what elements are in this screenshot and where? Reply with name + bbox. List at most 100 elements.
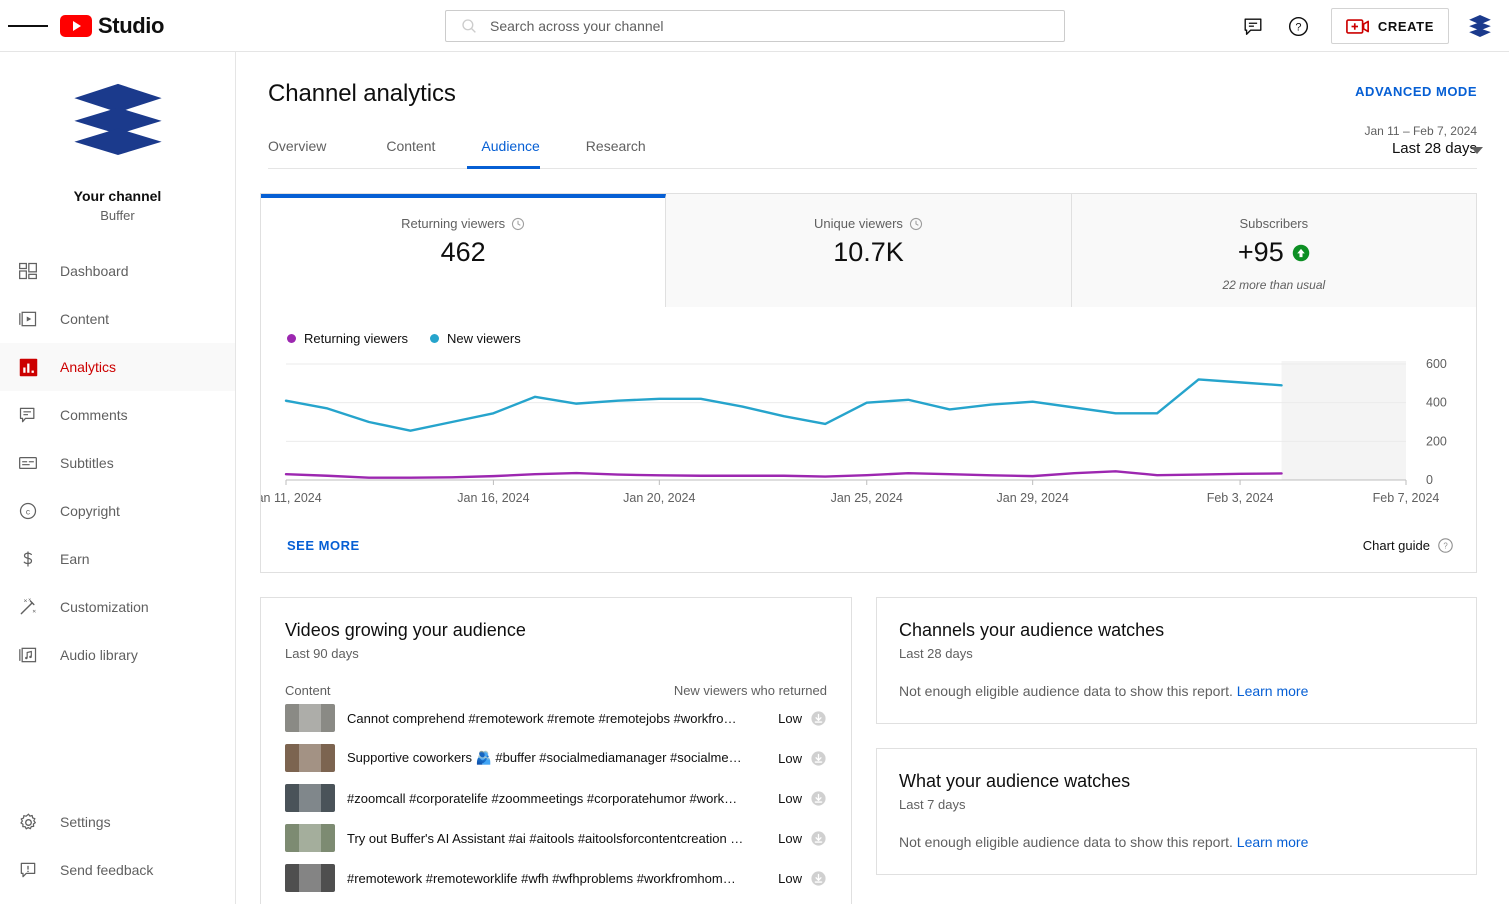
video-score: Low <box>778 710 827 727</box>
clock-icon <box>511 217 525 231</box>
page-title: Channel analytics <box>268 80 1477 108</box>
legend-label: New viewers <box>447 331 521 346</box>
metric-unique-viewers[interactable]: Unique viewers 10.7K <box>666 194 1071 307</box>
sidebar-item-subtitles[interactable]: Subtitles <box>0 439 235 487</box>
main-content: Channel analytics ADVANCED MODE Jan 11 –… <box>236 52 1509 904</box>
advanced-mode-link[interactable]: ADVANCED MODE <box>1355 84 1477 99</box>
sidebar-item-label: Content <box>60 311 109 327</box>
card-empty-message: Not enough eligible audience data to sho… <box>899 683 1454 699</box>
svg-text:Jan 25, 2024: Jan 25, 2024 <box>831 491 903 505</box>
help-circle-icon: ? <box>1437 537 1454 554</box>
magic-wand-icon: ✕ ✕ ✕ <box>16 595 40 619</box>
youtube-play-icon <box>60 15 92 37</box>
clock-icon <box>909 217 923 231</box>
sidebar-item-earn[interactable]: Earn <box>0 535 235 583</box>
svg-text:Jan 29, 2024: Jan 29, 2024 <box>997 491 1069 505</box>
buffer-stack-logo <box>70 82 166 156</box>
download-arrow-icon[interactable] <box>810 750 827 767</box>
chevron-down-icon[interactable] <box>1471 147 1483 154</box>
sidebar-item-analytics[interactable]: Analytics <box>0 343 235 391</box>
empty-message-text: Not enough eligible audience data to sho… <box>899 834 1233 850</box>
videos-table-header: Content New viewers who returned <box>285 683 827 698</box>
sidebar-item-send-feedback[interactable]: Send feedback <box>0 846 236 894</box>
studio-logo[interactable]: Studio <box>60 13 164 39</box>
green-up-arrow-icon <box>1292 244 1310 262</box>
card-title: Videos growing your audience <box>285 620 827 641</box>
learn-more-link[interactable]: Learn more <box>1237 683 1309 699</box>
video-thumbnail <box>285 824 335 852</box>
video-score-label: Low <box>778 791 802 806</box>
search-input[interactable] <box>490 18 1064 34</box>
table-row[interactable]: Try out Buffer's AI Assistant #ai #aitoo… <box>285 818 827 858</box>
date-range-selector[interactable]: Jan 11 – Feb 7, 2024 Last 28 days <box>1247 124 1477 157</box>
card-subtitle: Last 28 days <box>899 646 1454 661</box>
studio-wordmark: Studio <box>98 13 164 39</box>
help-icon[interactable]: ? <box>1279 6 1319 46</box>
sidebar: Your channel Buffer Dashboard <box>0 52 236 904</box>
metric-value: 10.7K <box>666 237 1070 268</box>
legend-dot <box>287 334 296 343</box>
chart-guide-link[interactable]: Chart guide ? <box>1363 537 1454 554</box>
empty-message-text: Not enough eligible audience data to sho… <box>899 683 1233 699</box>
video-score: Low <box>778 830 827 847</box>
legend-item-new-viewers[interactable]: New viewers <box>430 331 521 346</box>
card-title: Channels your audience watches <box>899 620 1454 641</box>
video-title[interactable]: Try out Buffer's AI Assistant #ai #aitoo… <box>347 831 747 846</box>
hamburger-icon[interactable] <box>8 6 48 46</box>
download-arrow-icon[interactable] <box>810 790 827 807</box>
video-title[interactable]: #zoomcall #corporatelife #zoommeetings #… <box>347 791 747 806</box>
create-button[interactable]: CREATE <box>1331 8 1449 44</box>
download-arrow-icon[interactable] <box>810 830 827 847</box>
tab-audience[interactable]: Audience <box>467 138 553 168</box>
video-title[interactable]: Supportive coworkers 🫂 #buffer #socialme… <box>347 750 747 766</box>
legend-label: Returning viewers <box>304 331 408 346</box>
search-bar[interactable] <box>445 10 1065 42</box>
svg-text:400: 400 <box>1426 396 1447 410</box>
sidebar-item-customization[interactable]: ✕ ✕ ✕ Customization <box>0 583 235 631</box>
download-arrow-icon[interactable] <box>810 710 827 727</box>
video-plus-icon <box>1346 17 1370 36</box>
learn-more-link[interactable]: Learn more <box>1237 834 1309 850</box>
metric-label: Unique viewers <box>814 216 903 231</box>
buffer-stack-avatar[interactable] <box>1465 11 1495 41</box>
sidebar-item-audio-library[interactable]: Audio library <box>0 631 235 679</box>
sidebar-item-copyright[interactable]: c Copyright <box>0 487 235 535</box>
what-audience-watches-card: What your audience watches Last 7 days N… <box>876 748 1477 875</box>
metric-returning-viewers[interactable]: Returning viewers 462 <box>261 194 666 307</box>
sidebar-item-content[interactable]: Content <box>0 295 235 343</box>
sidebar-bottom-nav: Settings Send feedback <box>0 798 236 904</box>
table-row[interactable]: Cannot comprehend #remotework #remote #r… <box>285 698 827 738</box>
channels-audience-watches-card: Channels your audience watches Last 28 d… <box>876 597 1477 724</box>
download-arrow-icon[interactable] <box>810 870 827 887</box>
tab-overview[interactable]: Overview <box>268 138 340 168</box>
table-row[interactable]: #remotework #remoteworklife #wfh #wfhpro… <box>285 858 827 898</box>
svg-text:?: ? <box>1296 21 1302 33</box>
video-thumbnail <box>285 704 335 732</box>
line-chart[interactable]: 0200400600Jan 11, 2024Jan 16, 2024Jan 20… <box>261 354 1476 529</box>
sidebar-item-settings[interactable]: Settings <box>0 798 236 846</box>
audio-library-icon <box>16 643 40 667</box>
table-row[interactable]: Supportive coworkers 🫂 #buffer #socialme… <box>285 738 827 778</box>
chart-guide-label: Chart guide <box>1363 538 1430 553</box>
card-subtitle: Last 90 days <box>285 646 827 661</box>
video-title[interactable]: #remotework #remoteworklife #wfh #wfhpro… <box>347 871 747 886</box>
svg-text:0: 0 <box>1426 473 1433 487</box>
tab-research[interactable]: Research <box>572 138 660 168</box>
sidebar-item-comments[interactable]: Comments <box>0 391 235 439</box>
video-score-label: Low <box>778 871 802 886</box>
svg-text:✕: ✕ <box>23 598 27 604</box>
top-app-bar: Studio ? <box>0 0 1509 52</box>
svg-text:c: c <box>26 506 30 516</box>
see-more-link[interactable]: SEE MORE <box>287 538 360 553</box>
video-thumbnail <box>285 744 335 772</box>
metric-subscribers[interactable]: Subscribers +95 22 more than usual <box>1072 194 1476 307</box>
sidebar-item-dashboard[interactable]: Dashboard <box>0 247 235 295</box>
tab-content[interactable]: Content <box>372 138 449 168</box>
series-new-viewers <box>286 379 1282 430</box>
table-row[interactable]: #zoomcall #corporatelife #zoommeetings #… <box>285 778 827 818</box>
metric-value: +95 <box>1238 237 1284 268</box>
video-title[interactable]: Cannot comprehend #remotework #remote #r… <box>347 711 747 726</box>
feedback-icon[interactable] <box>1233 6 1273 46</box>
sidebar-item-label: Subtitles <box>60 455 114 471</box>
legend-item-returning-viewers[interactable]: Returning viewers <box>287 331 408 346</box>
